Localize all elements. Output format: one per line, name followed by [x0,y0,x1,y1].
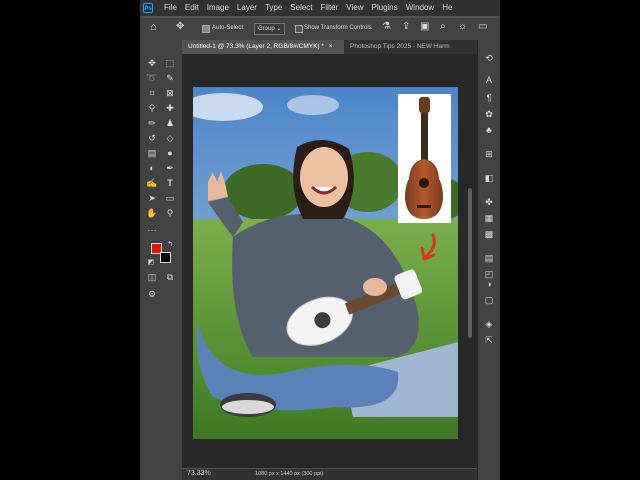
menu-item-type[interactable]: Type [261,0,286,16]
type-icon[interactable]: T [163,177,177,189]
close-icon[interactable]: × [329,43,333,50]
options-bar: ⌂ ✥ Auto-Select: Group ⌄ Show Transform … [140,18,500,41]
menu-item-edit[interactable]: Edit [181,0,203,16]
show-transform-checkbox[interactable] [295,25,303,33]
workspace-icon[interactable]: ▭ [478,21,487,32]
eyedropper-icon[interactable]: ⚲ [145,102,159,114]
group-value: Group [258,26,275,32]
crop-icon[interactable]: ⌗ [145,87,159,99]
frame-icon[interactable]: ⊠ [163,87,177,99]
status-bar: 73.33% 1080 px x 1440 px (300 ppi) [182,469,477,480]
blur-icon[interactable]: ● [163,147,177,159]
path-select-icon[interactable]: ✍ [145,177,159,189]
zoom-level[interactable]: 73.33% [187,470,211,477]
character-icon[interactable]: A [482,74,496,86]
sneaker-sole [222,400,274,414]
menu-items: File Edit Image Layer Type Select Filter View Pl… [160,0,456,16]
menu-item-view[interactable]: View [342,0,367,16]
gradient-icon[interactable]: ▤ [145,147,159,159]
lightbulb-icon[interactable]: ☼ [458,21,467,32]
properties-icon[interactable]: ⊞ [482,148,496,160]
cloud [287,95,339,115]
default-colors-icon[interactable]: ◩ [144,257,158,269]
frame-edit-icon[interactable]: ▣ [420,21,429,32]
magic-wand-icon[interactable]: ✎ [163,72,177,84]
menu-item-layer[interactable]: Layer [233,0,261,16]
menu-item-plugins[interactable]: Plugins [368,0,402,16]
show-transform-label: Show Transform Controls [304,25,372,31]
styles-icon[interactable]: ✤ [482,196,496,208]
eraser-icon[interactable]: ◇ [163,132,177,144]
lasso-icon[interactable]: ➰ [145,72,159,84]
auto-select-label: Auto-Select: [212,25,245,31]
move-tool-options-icon[interactable]: ✥ [176,21,184,32]
swap-colors-icon[interactable]: ↰ [163,239,177,251]
photoshop-window: Ps File Edit Image Layer Type Select Filter Vie… [140,0,500,480]
zoom-icon[interactable]: ⚲ [163,207,177,219]
transform-icon[interactable]: ⇱ [482,334,496,346]
screen-mode-icon[interactable]: ⧉ [163,271,177,283]
clone-source-icon[interactable]: ♣ [482,124,496,136]
3d-mode-icon[interactable]: ⚗ [382,21,391,32]
face [300,147,348,207]
history-brush-icon[interactable]: ↺ [145,132,159,144]
group-dropdown[interactable]: Group ⌄ [254,23,286,35]
tab-untitled[interactable]: Untitled-1 @ 73.3% (Layer 2, RGB/8#/CMYK… [182,40,344,54]
strumming-hand [363,278,387,296]
direct-select-icon[interactable]: ➤ [145,192,159,204]
brushes-icon[interactable]: ✿ [482,108,496,120]
home-icon[interactable]: ⌂ [150,21,157,33]
pen-icon[interactable]: ✒ [163,162,177,174]
tab-label: Untitled-1 @ 73.3% (Layer 2, RGB/8#/CMYK… [188,43,324,50]
edit-toolbar-icon[interactable]: ⚙ [145,288,159,300]
canvas-photo [193,87,458,439]
share-icon[interactable]: ⇪ [402,21,410,32]
search-icon[interactable]: ⌕ [440,21,446,32]
history-icon[interactable]: ⟲ [482,52,496,64]
dodge-icon[interactable]: ◐ [145,162,159,174]
tab-label: Photoshop Tips 2025 - NEW Harm [350,43,450,50]
paragraph-icon[interactable]: ¶ [482,92,496,104]
adjustments-icon[interactable]: ◧ [482,172,496,184]
panel-dock: ⟲ A ¶ ✿ ♣ ⊞ ◧ ✤ ▦ ▩ ▤ ◰ ◑ ▢ ◈ ⇱ [477,40,500,480]
ukulele-sticker [398,94,451,223]
photoshop-logo: Ps [143,3,153,13]
background-color-swatch[interactable] [160,252,171,263]
menu-item-filter[interactable]: Filter [317,0,343,16]
more-tools-icon[interactable]: ··· [145,224,159,236]
menu-item-file[interactable]: File [160,0,181,16]
tab-photoshop-tips[interactable]: Photoshop Tips 2025 - NEW Harm [344,40,492,54]
marquee-icon[interactable]: ⬚ [163,57,177,69]
paths-icon[interactable]: ▢ [482,294,496,306]
stamp-icon[interactable]: ♟ [163,117,177,129]
healing-icon[interactable]: ✚ [163,102,177,114]
document-canvas[interactable] [193,87,458,439]
hand-icon[interactable]: ✋ [145,207,159,219]
layers-icon[interactable]: ◈ [482,318,496,330]
move-icon[interactable]: ✥ [145,57,159,69]
auto-select-checkbox[interactable] [202,25,210,33]
menu-item-he[interactable]: He [438,0,456,16]
swatches-icon[interactable]: ▦ [482,212,496,224]
menu-item-image[interactable]: Image [203,0,233,16]
vertical-scrollbar[interactable] [468,188,472,338]
patterns-icon[interactable]: ▩ [482,228,496,240]
rectangle-icon[interactable]: ▭ [163,192,177,204]
libraries-icon[interactable]: ▤ [482,252,496,264]
document-dimensions[interactable]: 1080 px x 1440 px (300 ppi) [255,471,323,477]
document-tabs: Untitled-1 @ 73.3% (Layer 2, RGB/8#/CMYK… [182,40,480,54]
menu-item-window[interactable]: Window [402,0,438,16]
menu-bar: Ps File Edit Image Layer Type Select Filter Vie… [140,0,500,16]
quick-mask-icon[interactable]: ◫ [145,271,159,283]
brush-icon[interactable]: ✏ [145,117,159,129]
menu-item-select[interactable]: Select [286,0,316,16]
channels-icon[interactable]: ◑ [482,278,496,290]
